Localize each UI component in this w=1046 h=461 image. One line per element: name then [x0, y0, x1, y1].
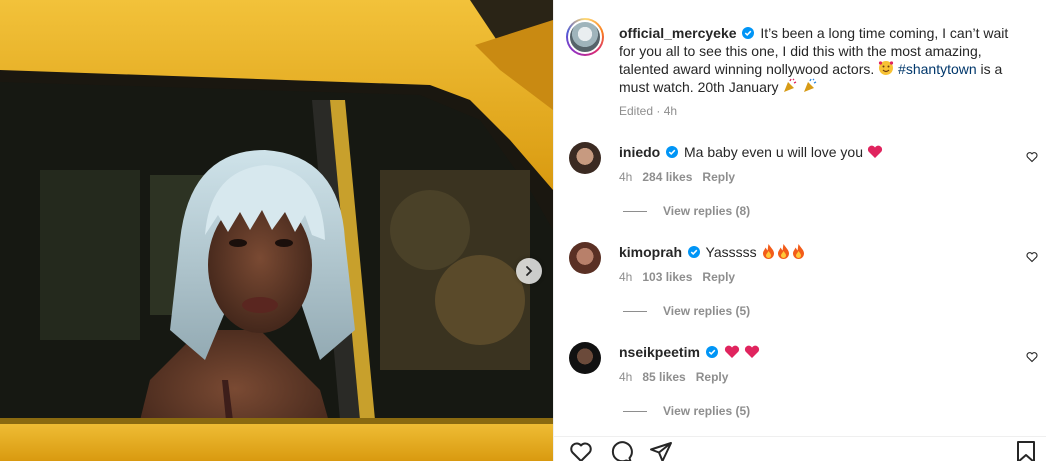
comment-username[interactable]: iniedo [619, 144, 660, 160]
author-username[interactable]: official_mercyeke [619, 25, 737, 41]
reply-button[interactable]: Reply [702, 270, 735, 284]
view-replies-button[interactable]: View replies (8) [623, 204, 750, 218]
commenter-avatar[interactable] [569, 242, 601, 274]
comment-bubble-icon[interactable] [609, 440, 633, 461]
comment: kimoprah Yasssss [619, 243, 1009, 261]
red-heart-emoji [724, 345, 739, 358]
view-replies-label: View replies (5) [663, 404, 751, 418]
reply-button[interactable]: Reply [696, 370, 729, 384]
next-image-button[interactable] [516, 258, 542, 284]
view-replies-label: View replies (8) [663, 204, 751, 218]
fire-emoji [792, 244, 804, 259]
like-comment-heart-icon[interactable] [1026, 251, 1038, 263]
verified-badge-icon [705, 346, 718, 358]
comment-time: 4h [619, 170, 633, 184]
view-replies-button[interactable]: View replies (5) [623, 304, 750, 318]
comment-meta: 4h 103 likes Reply [619, 270, 735, 284]
chevron-right-icon [526, 266, 533, 276]
like-comment-heart-icon[interactable] [1026, 151, 1038, 163]
verified-badge-icon [687, 246, 700, 258]
smiling-face-with-hearts-emoji [879, 61, 894, 75]
fire-emoji [777, 244, 789, 259]
comment-meta: 4h 284 likes Reply [619, 170, 735, 184]
comment: iniedo Ma baby even u will love you [619, 143, 1009, 161]
reply-button[interactable]: Reply [702, 170, 735, 184]
comment-likes[interactable]: 103 likes [642, 270, 692, 284]
verified-badge-icon [666, 146, 679, 158]
edited-label: Edited [619, 104, 654, 118]
comment-username[interactable]: kimoprah [619, 244, 682, 260]
view-replies-button[interactable]: View replies (5) [623, 404, 750, 418]
taxi-photo [0, 0, 553, 461]
comment-meta: 4h 85 likes Reply [619, 370, 728, 384]
like-comment-heart-icon[interactable] [1026, 351, 1038, 363]
post-caption: official_mercyeke It’s been a long time … [619, 24, 1021, 96]
fire-emoji [762, 244, 774, 259]
post-time[interactable]: 4h [664, 104, 677, 118]
comment-text: Ma baby even u will love you [684, 144, 864, 160]
party-popper-emoji [784, 78, 797, 92]
heart-icon[interactable] [569, 440, 593, 461]
comment-text: Yasssss [705, 244, 757, 260]
commenter-avatar[interactable] [569, 342, 601, 374]
comment-time: 4h [619, 270, 633, 284]
comment-time: 4h [619, 370, 633, 384]
red-heart-emoji [744, 345, 759, 358]
post-modal: official_mercyeke It’s been a long time … [0, 0, 1046, 461]
paper-plane-icon[interactable] [649, 440, 673, 461]
comment-likes[interactable]: 85 likes [642, 370, 685, 384]
comment-username[interactable]: nseikpeetim [619, 344, 700, 360]
bookmark-icon[interactable] [1014, 440, 1038, 461]
post-image [0, 0, 553, 461]
view-replies-label: View replies (5) [663, 304, 751, 318]
party-popper-emoji [804, 78, 817, 92]
red-heart-emoji [867, 145, 882, 158]
commenter-avatar[interactable] [569, 142, 601, 174]
hashtag-link[interactable]: #shantytown [898, 61, 977, 77]
comment-likes[interactable]: 284 likes [642, 170, 692, 184]
post-meta: Edited · 4h [619, 104, 678, 118]
comment: nseikpeetim [619, 343, 1009, 361]
author-avatar[interactable] [566, 18, 604, 56]
verified-badge-icon [742, 27, 755, 39]
